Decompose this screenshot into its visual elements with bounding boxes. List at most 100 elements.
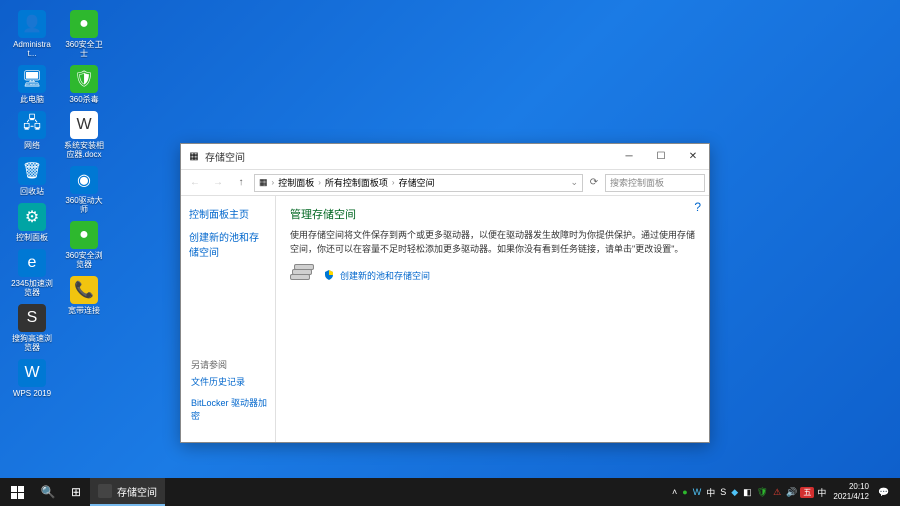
desktop-icon-glyph: e (18, 249, 46, 277)
desktop-icon-label: 系统安装相应器.docx (62, 141, 106, 159)
desktop-icon-glyph: 🖥 (18, 65, 46, 93)
tray-ime-text[interactable]: 中 (704, 486, 717, 499)
close-button[interactable]: ✕ (677, 144, 709, 169)
breadcrumb-item[interactable]: 存储空间 (399, 176, 435, 189)
create-storage-link[interactable]: 创建新的池和存储空间 (340, 269, 430, 282)
forward-button[interactable]: → (208, 173, 228, 193)
desktop-icon-glyph: 🛡 (70, 65, 98, 93)
desktop-icon[interactable]: 👤 Administrat... (8, 8, 56, 60)
desktop-icon[interactable]: W 系统安装相应器.docx (60, 109, 108, 161)
desktop-icon-glyph: 🖧 (18, 111, 46, 139)
maximize-button[interactable]: ☐ (645, 144, 677, 169)
minimize-button[interactable]: ─ (613, 144, 645, 169)
desktop-icon[interactable]: 📞宽带连接 (60, 274, 108, 317)
desktop-icon-label: 搜狗高速浏览器 (10, 334, 54, 352)
desktop-icon[interactable]: ⚙控制面板 (8, 201, 56, 244)
taskbar-task-button[interactable]: 存储空间 (90, 478, 165, 506)
window-controls: ─ ☐ ✕ (613, 144, 709, 169)
tray-shield-icon[interactable]: 🛡 (755, 487, 770, 498)
tray-volume-icon[interactable]: 🔊 (784, 487, 799, 498)
task-label: 存储空间 (117, 484, 157, 499)
up-button[interactable]: ↑ (231, 173, 251, 193)
start-button[interactable] (0, 478, 34, 506)
window-icon: ▦ (187, 150, 201, 164)
clock-date: 2021/4/12 (833, 492, 869, 502)
desktop-icon[interactable]: ●360安全卫士 (60, 8, 108, 60)
tray-lang-icon[interactable]: 中 (815, 486, 828, 499)
control-panel-window: ▦ 存储空间 ─ ☐ ✕ ← → ↑ ▦ › 控制面板 › 所有控制面板项 › … (180, 143, 710, 443)
desktop-icon[interactable]: 🖧 网络 (8, 109, 56, 152)
tray-360-icon[interactable]: ● (680, 487, 689, 497)
desktop-icon-glyph: 👤 (18, 10, 46, 38)
desktop-icon[interactable]: S 搜狗高速浏览器 (8, 302, 56, 354)
tray-wps-icon[interactable]: W (691, 487, 704, 497)
tray-sogou-icon[interactable]: S (718, 487, 728, 497)
page-title: 管理存储空间 (290, 206, 695, 222)
desktop-icon-label: 360驱动大师 (62, 196, 106, 214)
page-description: 使用存储空间将文件保存到两个或更多驱动器，以便在驱动器发生故障时为你提供保护。通… (290, 228, 695, 256)
desktop-icon-label: 网络 (24, 141, 40, 150)
desktop-icon-glyph: ⚙ (18, 203, 46, 231)
system-tray: ˄ ● W 中 S ◆ ◧ 🛡 ⚠ 🔊 五 中 20:10 2021/4/12 … (670, 482, 900, 502)
window-title: 存储空间 (205, 149, 245, 164)
search-input[interactable]: 搜索控制面板 (605, 174, 705, 192)
file-history-link[interactable]: 文件历史记录 (191, 375, 276, 388)
search-button[interactable]: 🔍 (34, 478, 62, 506)
desktop-icon[interactable]: e 2345加速浏览器 (8, 247, 56, 299)
navbar: ← → ↑ ▦ › 控制面板 › 所有控制面板项 › 存储空间 ⌄ ⟳ 搜索控制… (181, 170, 709, 196)
desktop-icon-label: WPS 2019 (13, 389, 51, 398)
sidebar-create-link[interactable]: 创建新的池和存储空间 (189, 229, 267, 259)
desktop-icon-glyph: ◉ (70, 166, 98, 194)
desktop-icon-label: 此电脑 (20, 95, 44, 104)
breadcrumb-root-icon: ▦ (259, 177, 268, 188)
sidebar: 控制面板主页 创建新的池和存储空间 另请参阅 文件历史记录 BitLocker … (181, 196, 276, 442)
desktop-icon[interactable]: ◉ 360驱动大师 (60, 164, 108, 216)
tray-alert-icon[interactable]: ⚠ (771, 487, 783, 498)
notifications-button[interactable]: 💬 (874, 487, 894, 498)
desktop-icon[interactable]: 🖥 此电脑 (8, 63, 56, 106)
breadcrumb[interactable]: ▦ › 控制面板 › 所有控制面板项 › 存储空间 ⌄ (254, 174, 583, 192)
main-panel: 管理存储空间 使用存储空间将文件保存到两个或更多驱动器，以便在驱动器发生故障时为… (276, 196, 709, 442)
shield-icon (324, 270, 334, 280)
back-button[interactable]: ← (185, 173, 205, 193)
desktop-icon-glyph: S (18, 304, 46, 332)
clock[interactable]: 20:10 2021/4/12 (829, 482, 873, 502)
bitlocker-link[interactable]: BitLocker 驱动器加密 (191, 396, 276, 422)
task-view-button[interactable]: ⊞ (62, 478, 90, 506)
ime-badge[interactable]: 五 (800, 487, 814, 498)
content-area: 控制面板主页 创建新的池和存储空间 另请参阅 文件历史记录 BitLocker … (181, 196, 709, 442)
tray-overflow-icon[interactable]: ˄ (670, 487, 679, 497)
breadcrumb-item[interactable]: 控制面板 (278, 176, 314, 189)
tray-app-icon[interactable]: ◆ (729, 487, 740, 498)
clock-time: 20:10 (833, 482, 869, 492)
refresh-button[interactable]: ⟳ (586, 177, 602, 188)
breadcrumb-expand[interactable]: ⌄ (570, 177, 578, 188)
tray-app2-icon[interactable]: ◧ (741, 487, 754, 498)
breadcrumb-item[interactable]: 所有控制面板项 (325, 176, 388, 189)
desktop-icon-label: 360杀毒 (69, 95, 98, 104)
desktop-icons: 👤 Administrat... 🖥 此电脑 🖧 网络 🗑回收站⚙控制面板 e 2345加速浏览… (8, 8, 108, 400)
desktop-icon-label: 360安全卫士 (62, 40, 106, 58)
desktop-icon[interactable]: W WPS 2019 (8, 357, 56, 400)
task-icon (98, 484, 112, 498)
titlebar: ▦ 存储空间 ─ ☐ ✕ (181, 144, 709, 170)
desktop-icon-glyph: 🗑 (18, 157, 46, 185)
chevron-right-icon: › (318, 178, 321, 187)
see-also-heading: 另请参阅 (191, 358, 276, 371)
desktop-icon[interactable]: 🛡 360杀毒 (60, 63, 108, 106)
desktop-icon[interactable]: 🗑回收站 (8, 155, 56, 198)
desktop-icon-label: Administrat... (10, 40, 54, 58)
create-row: 创建新的池和存储空间 (290, 264, 695, 286)
desktop-icon-label: 2345加速浏览器 (10, 279, 54, 297)
sidebar-home-link[interactable]: 控制面板主页 (189, 206, 267, 221)
desktop-icon-label: 宽带连接 (68, 306, 100, 315)
help-icon[interactable]: ? (694, 200, 701, 214)
sidebar-see-also: 另请参阅 文件历史记录 BitLocker 驱动器加密 (191, 358, 276, 430)
chevron-right-icon: › (392, 178, 395, 187)
desktop: 👤Administrat...🖥此电脑🖧网络🗑回收站⚙控制面板e2345加速浏览… (0, 0, 900, 506)
desktop-icon[interactable]: ●360安全浏览器 (60, 219, 108, 271)
desktop-icon-glyph: W (18, 359, 46, 387)
chevron-right-icon: › (272, 178, 275, 187)
desktop-icon-label: 360安全浏览器 (62, 251, 106, 269)
desktop-icon-glyph: W (70, 111, 98, 139)
